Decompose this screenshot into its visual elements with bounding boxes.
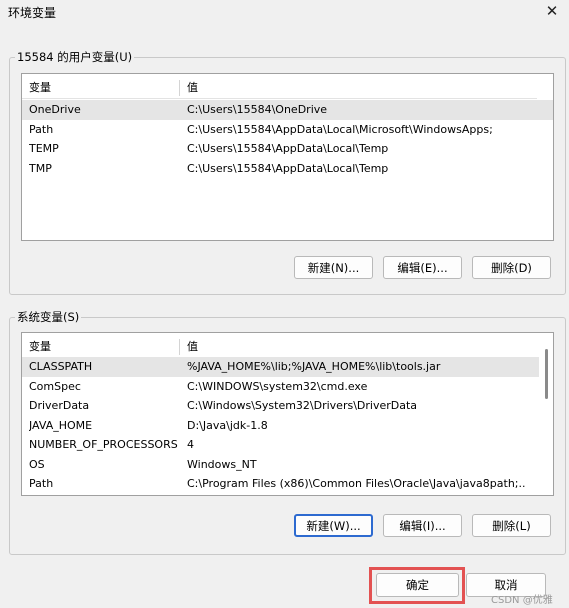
- window-title: 环境变量: [8, 6, 57, 20]
- table-row[interactable]: OS Windows_NT: [22, 455, 539, 475]
- user-new-button[interactable]: 新建(N)...: [294, 256, 373, 279]
- table-row[interactable]: OneDrive C:\Users\15584\OneDrive: [22, 100, 553, 120]
- table-row[interactable]: ComSpec C:\WINDOWS\system32\cmd.exe: [22, 377, 539, 397]
- table-row[interactable]: TEMP C:\Users\15584\AppData\Local\Temp: [22, 139, 553, 159]
- user-variables-table[interactable]: 变量 值 OneDrive C:\Users\15584\OneDrive Pa…: [21, 73, 554, 241]
- header-value[interactable]: 值: [187, 77, 487, 97]
- table-row[interactable]: NUMBER_OF_PROCESSORS 4: [22, 435, 539, 455]
- system-variables-table[interactable]: 变量 值 CLASSPATH %JAVA_HOME%\lib;%JAVA_HOM…: [21, 332, 554, 496]
- header-name[interactable]: 变量: [29, 77, 179, 97]
- system-variables-label: 系统变量(S): [15, 309, 82, 325]
- table-row[interactable]: TMP C:\Users\15584\AppData\Local\Temp: [22, 159, 553, 179]
- table-header: 变量 值: [22, 77, 553, 97]
- header-value[interactable]: 值: [187, 336, 487, 356]
- scrollbar-thumb[interactable]: [545, 349, 548, 399]
- header-name[interactable]: 变量: [29, 336, 179, 356]
- system-edit-button[interactable]: 编辑(I)...: [383, 514, 462, 537]
- user-delete-button[interactable]: 删除(D): [472, 256, 551, 279]
- table-row[interactable]: Path C:\Program Files (x86)\Common Files…: [22, 474, 539, 494]
- user-variables-label: 15584 的用户变量(U): [15, 49, 135, 65]
- watermark: CSDN @优雅: [491, 595, 553, 606]
- system-delete-button[interactable]: 删除(L): [472, 514, 551, 537]
- table-header: 变量 值: [22, 336, 553, 356]
- ok-highlight-box: [369, 567, 465, 604]
- user-edit-button[interactable]: 编辑(E)...: [383, 256, 462, 279]
- vertical-scrollbar[interactable]: [540, 333, 553, 495]
- table-row[interactable]: DriverData C:\Windows\System32\Drivers\D…: [22, 396, 539, 416]
- close-icon[interactable]: ✕: [541, 0, 563, 22]
- table-row[interactable]: Path C:\Users\15584\AppData\Local\Micros…: [22, 120, 553, 140]
- system-new-button[interactable]: 新建(W)...: [294, 514, 373, 537]
- table-row[interactable]: JAVA_HOME D:\Java\jdk-1.8: [22, 416, 539, 436]
- table-row[interactable]: CLASSPATH %JAVA_HOME%\lib;%JAVA_HOME%\li…: [22, 357, 539, 377]
